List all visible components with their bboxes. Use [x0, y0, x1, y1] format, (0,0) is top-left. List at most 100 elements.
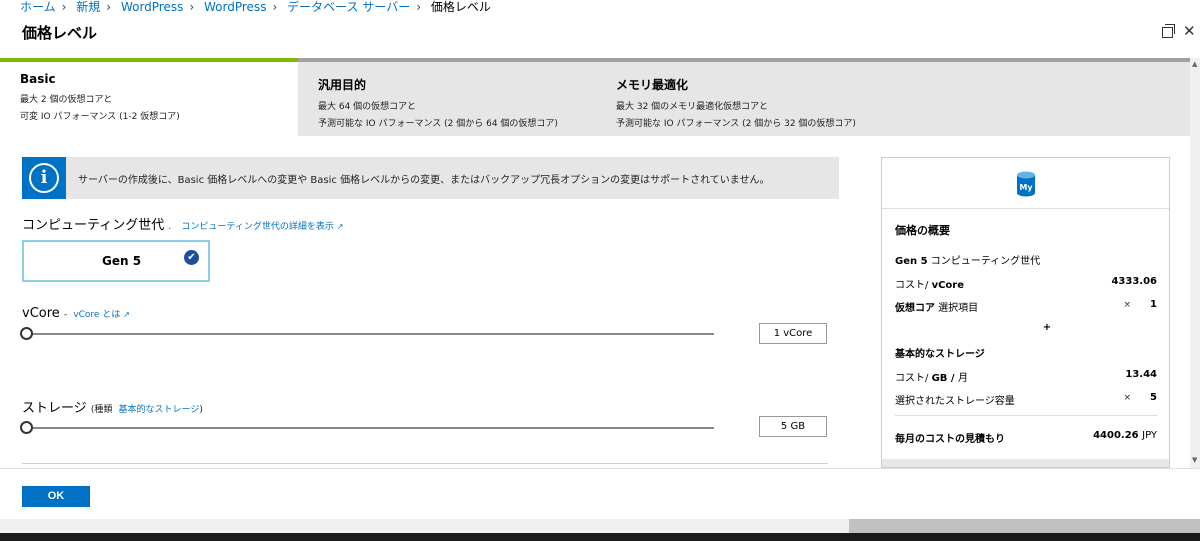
compute-generation-label: コンピューティング世代 . コンピューティング世代の詳細を表示 ↗: [22, 214, 343, 233]
taskbar: [0, 533, 1200, 541]
vcore-slider-thumb[interactable]: [20, 327, 33, 340]
horizontal-scrollbar[interactable]: [0, 519, 1200, 533]
chevron-right-icon: ›: [61, 0, 67, 14]
chevron-right-icon: ›: [189, 0, 195, 14]
vcore-value-box[interactable]: 1 vCore: [759, 323, 827, 344]
vcore-info-link[interactable]: vCore とは ↗: [73, 310, 130, 320]
vcore-selection-row: 仮想コア 選択項目 × 1: [895, 299, 1157, 314]
ok-button[interactable]: OK: [22, 486, 90, 507]
cost-per-gb-row: コスト/ GB / 月 13.44: [895, 369, 1157, 384]
multiply-sign: ×: [1123, 300, 1131, 310]
horizontal-scrollbar-thumb[interactable]: [849, 519, 1200, 533]
vcore-label-text: vCore: [22, 306, 60, 321]
selected-storage-label: 選択されたストレージ容量: [895, 396, 1015, 407]
breadcrumb-wordpress-2[interactable]: WordPress: [204, 0, 266, 14]
tab-desc-line: 最大 64 個の仮想コアと: [318, 102, 416, 112]
storage-value-box[interactable]: 5 GB: [759, 416, 827, 437]
external-link-icon: ↗: [123, 310, 130, 319]
storage-slider[interactable]: [20, 421, 714, 434]
tab-desc-line: 予測可能な IO パフォーマンス (2 個から 32 個の仮想コア): [616, 119, 856, 129]
vcore-slider[interactable]: [20, 327, 714, 340]
summary-footer: [882, 459, 1169, 467]
cost-gb-unit: GB /: [931, 373, 959, 384]
breadcrumb-db-server[interactable]: データベース サーバー: [287, 0, 410, 14]
restore-window-icon[interactable]: [1162, 24, 1175, 38]
gen5-option[interactable]: Gen 5 ✔: [22, 240, 210, 282]
compute-details-link[interactable]: コンピューティング世代の詳細を表示 ↗: [181, 222, 343, 232]
gen-bold: Gen 5: [895, 256, 928, 267]
blade-footer: OK: [0, 468, 1200, 519]
currency: JPY: [1142, 430, 1157, 441]
vcore-count: 1: [1150, 299, 1157, 310]
storage-summary-title: 基本的なストレージ: [895, 349, 985, 360]
cost-gb-label: コスト/: [895, 373, 932, 384]
vertical-scrollbar[interactable]: ▲ ▼: [1190, 58, 1200, 468]
cost-per-vcore-row: コスト/ vCore 4333.06: [895, 276, 1157, 291]
monthly-cost-label: 毎月のコストの見積もり: [895, 434, 1005, 445]
storage-label-text: ストレージ: [22, 401, 87, 416]
info-icon: i: [29, 163, 59, 193]
multiply-sign: ×: [1123, 393, 1131, 403]
chevron-right-icon: ›: [106, 0, 112, 14]
tab-basic[interactable]: Basic 最大 2 個の仮想コアと 可変 IO パフォーマンス (1-2 仮想…: [0, 58, 298, 136]
storage-type-close: ): [199, 405, 203, 415]
pricing-tier-tabs: Basic 最大 2 個の仮想コアと 可変 IO パフォーマンス (1-2 仮想…: [0, 58, 1190, 136]
vcore-bold: 仮想コア: [895, 303, 935, 314]
tab-general-purpose[interactable]: 汎用目的 最大 64 個の仮想コアと 予測可能な IO パフォーマンス (2 個…: [298, 58, 596, 136]
storage-slider-thumb[interactable]: [20, 421, 33, 434]
gen5-label: Gen 5: [102, 254, 142, 268]
summary-title: 価格の概要: [895, 224, 950, 237]
chevron-right-icon: ›: [272, 0, 278, 14]
tab-desc-line: 予測可能な IO パフォーマンス (2 個から 64 個の仮想コア): [318, 119, 558, 129]
vcore-info-link-text: vCore とは: [73, 310, 121, 320]
close-icon[interactable]: ✕: [1183, 22, 1196, 40]
info-message: サーバーの作成後に、Basic 価格レベルへの変更や Basic 価格レベルから…: [78, 175, 770, 186]
compute-label-text: コンピューティング世代: [22, 218, 165, 233]
vcore-label: vCore - vCore とは ↗: [22, 306, 130, 321]
tab-desc-line: 可変 IO パフォーマンス (1-2 仮想コア): [20, 112, 180, 122]
tab-desc-line: 最大 32 個のメモリ最適化仮想コアと: [616, 102, 768, 112]
section-divider: [22, 463, 828, 464]
tab-memory-optimized[interactable]: メモリ最適化 最大 32 個のメモリ最適化仮想コアと 予測可能な IO パフォー…: [596, 58, 1190, 136]
monthly-cost-row: 毎月のコストの見積もり 4400.26 JPY: [895, 430, 1157, 445]
cost-vcore-value: 4333.06: [1111, 276, 1157, 287]
info-banner: i サーバーの作成後に、Basic 価格レベルへの変更や Basic 価格レベル…: [22, 157, 839, 199]
tab-name: Basic: [20, 72, 56, 86]
breadcrumb-new[interactable]: 新規: [76, 0, 100, 14]
summary-header: My: [882, 158, 1169, 209]
selected-storage-row: 選択されたストレージ容量 × 5: [895, 392, 1157, 407]
gen-rest: コンピューティング世代: [927, 256, 1041, 267]
external-link-icon: ↗: [336, 222, 344, 231]
breadcrumb: ホーム › 新規 › WordPress › WordPress › データベース サー…: [0, 0, 1200, 14]
plus-sign: +: [1042, 322, 1052, 333]
monthly-cost: 4400.26 JPY: [1093, 430, 1157, 441]
cost-vcore-unit: vCore: [931, 280, 965, 291]
storage-type-link[interactable]: 基本的なストレージ: [119, 405, 200, 415]
page-title: 価格レベル: [22, 24, 98, 42]
mysql-database-icon: My: [1017, 171, 1035, 197]
storage-type-open: (種類: [90, 405, 113, 415]
breadcrumb-current: 価格レベル: [430, 0, 491, 14]
cost-gb-value: 13.44: [1125, 369, 1157, 380]
scroll-up-icon[interactable]: ▲: [1192, 60, 1197, 68]
tab-name: メモリ最適化: [616, 78, 689, 92]
summary-gen-row: Gen 5 コンピューティング世代: [895, 252, 1157, 267]
price-summary-panel: My 価格の概要 Gen 5 コンピューティング世代 コスト/ vCore 43…: [881, 157, 1170, 468]
monthly-cost-value: 4400.26: [1093, 430, 1139, 441]
scroll-down-icon[interactable]: ▼: [1192, 456, 1197, 464]
breadcrumb-wordpress[interactable]: WordPress: [121, 0, 183, 14]
breadcrumb-home[interactable]: ホーム: [20, 0, 56, 14]
storage-label: ストレージ (種類 基本的なストレージ): [22, 397, 203, 416]
cost-gb-month: 月: [958, 373, 969, 384]
storage-count: 5: [1150, 392, 1157, 403]
cost-vcore-label: コスト/: [895, 280, 932, 291]
label-dot: .: [168, 222, 172, 232]
checkmark-icon: ✔: [184, 250, 199, 265]
vcore-rest: 選択項目: [935, 303, 979, 314]
svg-text:My: My: [1019, 183, 1033, 192]
chevron-right-icon: ›: [416, 0, 422, 14]
tab-desc-line: 最大 2 個の仮想コアと: [20, 95, 113, 105]
tab-name: 汎用目的: [318, 78, 367, 92]
summary-divider: [895, 415, 1157, 416]
compute-details-link-text: コンピューティング世代の詳細を表示: [181, 222, 334, 232]
